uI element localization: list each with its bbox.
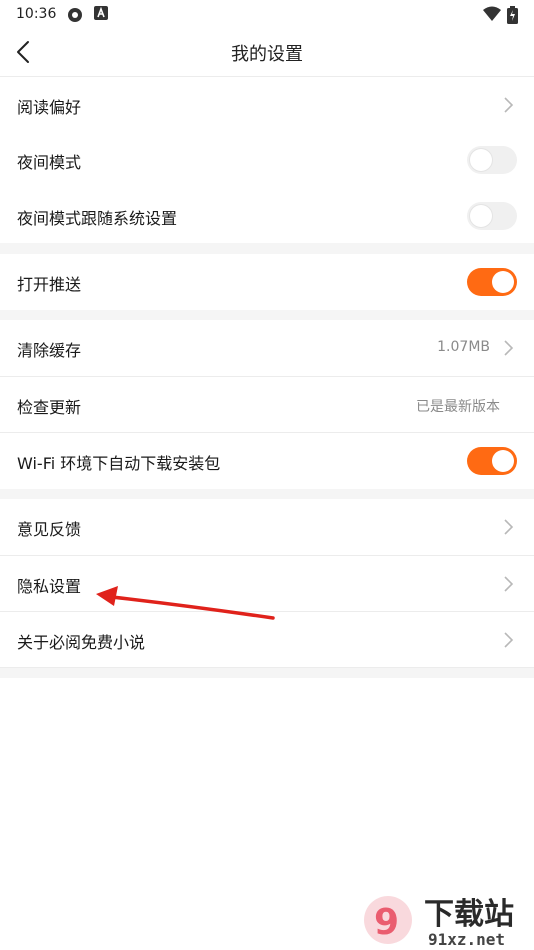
chevron-right-icon: [504, 340, 514, 356]
row-label: 隐私设置: [17, 577, 82, 596]
notification-a-icon: [94, 6, 108, 20]
chevron-right-icon: [504, 519, 514, 535]
row-label: 阅读偏好: [17, 98, 82, 117]
app-header: 我的设置: [0, 30, 534, 77]
row-label: Wi-Fi 环境下自动下载安装包: [17, 454, 221, 473]
watermark-logo-icon: 9 下载站 91xz.net: [364, 896, 514, 949]
wifi-icon: [483, 6, 501, 21]
row-label: 夜间模式: [17, 153, 82, 172]
night-mode-toggle[interactable]: [467, 146, 517, 174]
section-gap: [0, 489, 534, 499]
night-mode-item: 夜间模式: [0, 132, 534, 188]
svg-text:91xz.net: 91xz.net: [428, 930, 505, 949]
clear-cache-item[interactable]: 清除缓存 1.07MB: [0, 320, 534, 376]
wifi-auto-download-toggle[interactable]: [467, 447, 517, 475]
about-app-item[interactable]: 关于必阅免费小说: [0, 612, 534, 668]
row-label: 意见反馈: [17, 520, 82, 539]
push-notifications-item: 打开推送: [0, 254, 534, 310]
wifi-auto-download-item: Wi-Fi 环境下自动下载安装包: [0, 433, 534, 489]
row-label: 清除缓存: [17, 341, 82, 360]
row-label: 关于必阅免费小说: [17, 633, 146, 652]
section-gap: [0, 310, 534, 320]
privacy-settings-item[interactable]: 隐私设置: [0, 556, 534, 612]
update-status-value: 已是最新版本: [416, 399, 500, 415]
feedback-item[interactable]: 意见反馈: [0, 499, 534, 555]
reading-preference-item[interactable]: 阅读偏好: [0, 77, 534, 133]
chevron-right-icon: [504, 632, 514, 648]
toggle-knob: [492, 450, 514, 472]
svg-text:9: 9: [374, 902, 399, 943]
chevron-right-icon: [504, 97, 514, 113]
cache-size-value: 1.07MB: [437, 339, 490, 355]
toggle-knob: [470, 149, 492, 171]
section-gap: [0, 668, 534, 678]
svg-text:下载站: 下载站: [424, 897, 514, 932]
sync-icon: [68, 8, 82, 22]
night-mode-follow-system-toggle[interactable]: [467, 202, 517, 230]
status-time: 10:36: [16, 6, 57, 22]
row-label: 检查更新: [17, 398, 82, 417]
chevron-right-icon: [504, 576, 514, 592]
push-notifications-toggle[interactable]: [467, 268, 517, 296]
row-label: 夜间模式跟随系统设置: [17, 209, 178, 228]
battery-icon: [507, 6, 518, 24]
section-gap: [0, 243, 534, 254]
page-title: 我的设置: [231, 44, 303, 65]
night-mode-follow-system-item: 夜间模式跟随系统设置: [0, 188, 534, 244]
toggle-knob: [492, 271, 514, 293]
row-label: 打开推送: [17, 275, 82, 294]
status-bar: 10:36: [0, 0, 534, 30]
toggle-knob: [470, 205, 492, 227]
check-update-item[interactable]: 检查更新 已是最新版本: [0, 377, 534, 433]
